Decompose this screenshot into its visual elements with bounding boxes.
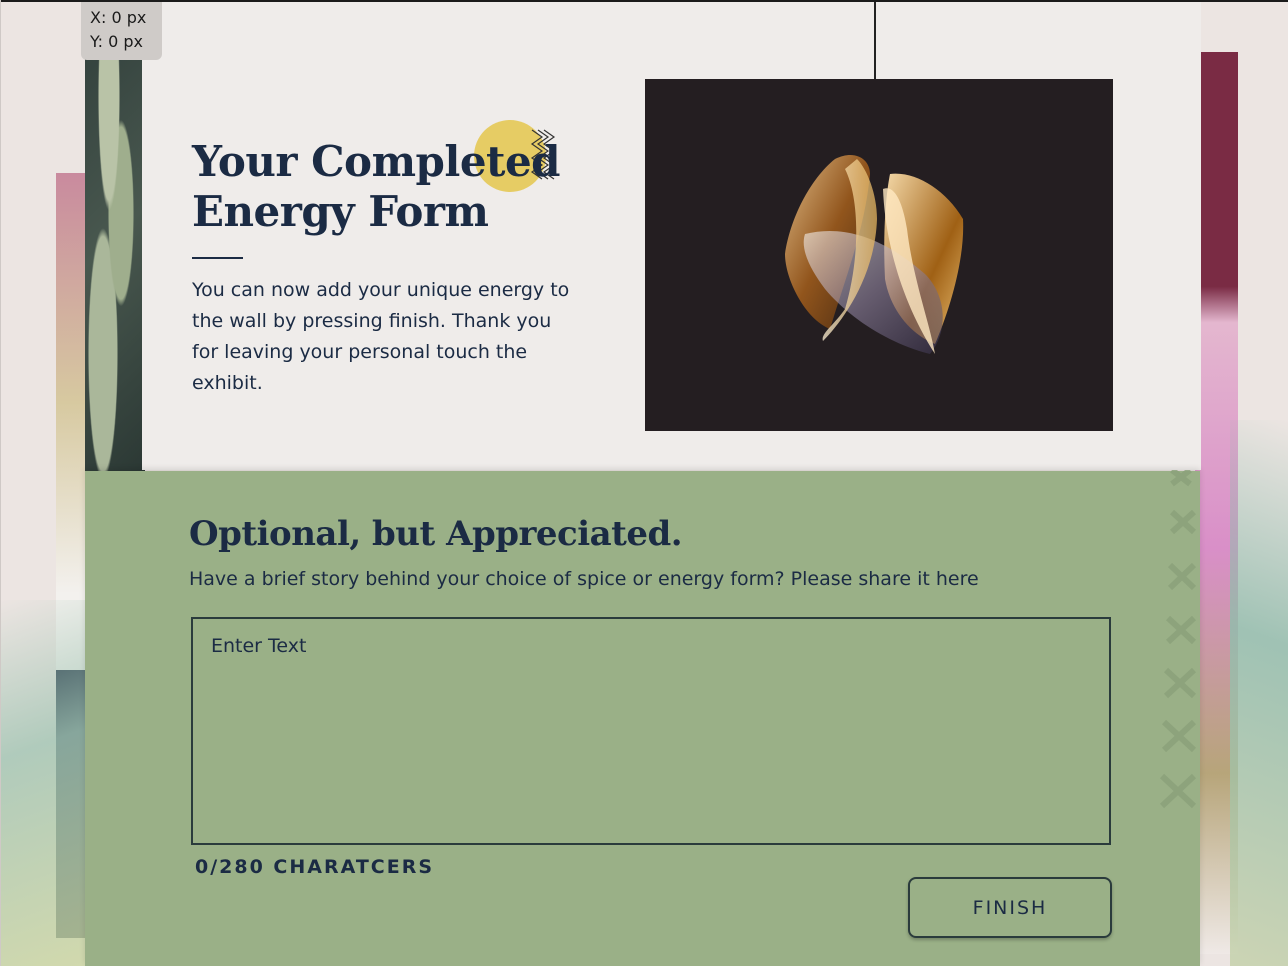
energy-form-icon xyxy=(785,154,964,354)
optional-section-description: Have a brief story behind your choice of… xyxy=(189,568,979,590)
background-wash-left xyxy=(0,600,90,966)
story-text-input[interactable] xyxy=(191,617,1111,845)
frame-left-line xyxy=(0,0,1,966)
hanging-line xyxy=(874,2,876,80)
dark-leaf-strip xyxy=(85,2,145,471)
coordinate-y: Y: 0 px xyxy=(90,32,144,51)
completion-description: You can now add your unique energy to th… xyxy=(192,279,570,394)
character-count: 0/280 CHARATCERS xyxy=(195,856,435,878)
optional-section-title: Optional, but Appreciated. xyxy=(189,514,683,554)
coordinate-x: X: 0 px xyxy=(90,8,147,27)
finish-button[interactable]: FINISH xyxy=(908,877,1112,938)
x-pattern-decoration-icon xyxy=(1159,470,1197,809)
background-wash-right xyxy=(1230,420,1288,966)
title-divider xyxy=(192,257,243,259)
coordinate-readout: X: 0 px Y: 0 px xyxy=(81,2,162,60)
energy-form-image xyxy=(645,79,1113,431)
page-title: Your Completed Energy Form xyxy=(192,137,561,236)
